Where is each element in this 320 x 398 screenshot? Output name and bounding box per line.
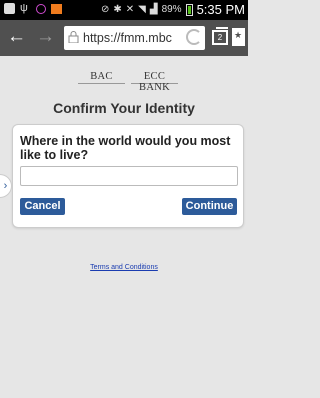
battery-percent: 89% bbox=[161, 4, 182, 15]
continue-button[interactable]: Continue bbox=[182, 198, 237, 215]
page-title: Confirm Your Identity bbox=[53, 100, 195, 116]
lock-icon bbox=[68, 31, 79, 43]
answer-input[interactable] bbox=[20, 166, 238, 186]
logo-ecc-bank: ECC BANK bbox=[131, 70, 178, 93]
tabs-icon[interactable]: 2 bbox=[212, 27, 228, 45]
bookmark-icon[interactable] bbox=[232, 28, 245, 46]
signal-icon: ▟ bbox=[149, 4, 158, 15]
mute-icon: ⊘ bbox=[100, 4, 110, 15]
page-content: BAC ECC BANK Confirm Your Identity Where… bbox=[0, 56, 248, 398]
orange-app-icon bbox=[51, 3, 62, 14]
usb-icon: ψ bbox=[20, 2, 28, 14]
url-text[interactable]: https://fmm.mbc bbox=[83, 31, 183, 45]
side-panel-handle-icon[interactable]: › bbox=[0, 174, 12, 198]
logo-bac: BAC bbox=[78, 70, 125, 84]
url-bar[interactable]: https://fmm.mbc bbox=[64, 26, 205, 50]
back-arrow-icon[interactable]: ← bbox=[7, 27, 26, 47]
status-bar-left-icons: ψ bbox=[4, 3, 62, 14]
wifi-icon: ◥ bbox=[138, 4, 146, 15]
clock: 5:35 PM bbox=[196, 2, 245, 17]
bank-logos: BAC ECC BANK bbox=[78, 70, 178, 93]
cancel-button[interactable]: Cancel bbox=[20, 198, 65, 215]
security-question-card: Where in the world would you most like t… bbox=[12, 124, 244, 228]
forward-arrow-icon[interactable]: → bbox=[36, 27, 55, 47]
notification-icon bbox=[4, 3, 15, 14]
terms-container: Terms and Conditions bbox=[0, 256, 248, 274]
app-circle-icon bbox=[36, 3, 46, 14]
terms-link[interactable]: Terms and Conditions bbox=[90, 264, 158, 271]
reload-icon[interactable] bbox=[186, 29, 202, 45]
battery-icon bbox=[185, 3, 193, 16]
bluetooth-icon: ✱ bbox=[113, 4, 122, 15]
security-question-label: Where in the world would you most like t… bbox=[20, 134, 231, 162]
status-bar: ψ ⊘ ✱ ✕ ◥ ▟ 89% 5:35 PM bbox=[0, 0, 248, 20]
status-bar-right-icons: ⊘ ✱ ✕ ◥ ▟ 89% 5:35 PM bbox=[101, 2, 245, 17]
no-sim-icon: ✕ bbox=[125, 4, 135, 15]
browser-toolbar: ← → https://fmm.mbc 2 bbox=[0, 20, 248, 56]
